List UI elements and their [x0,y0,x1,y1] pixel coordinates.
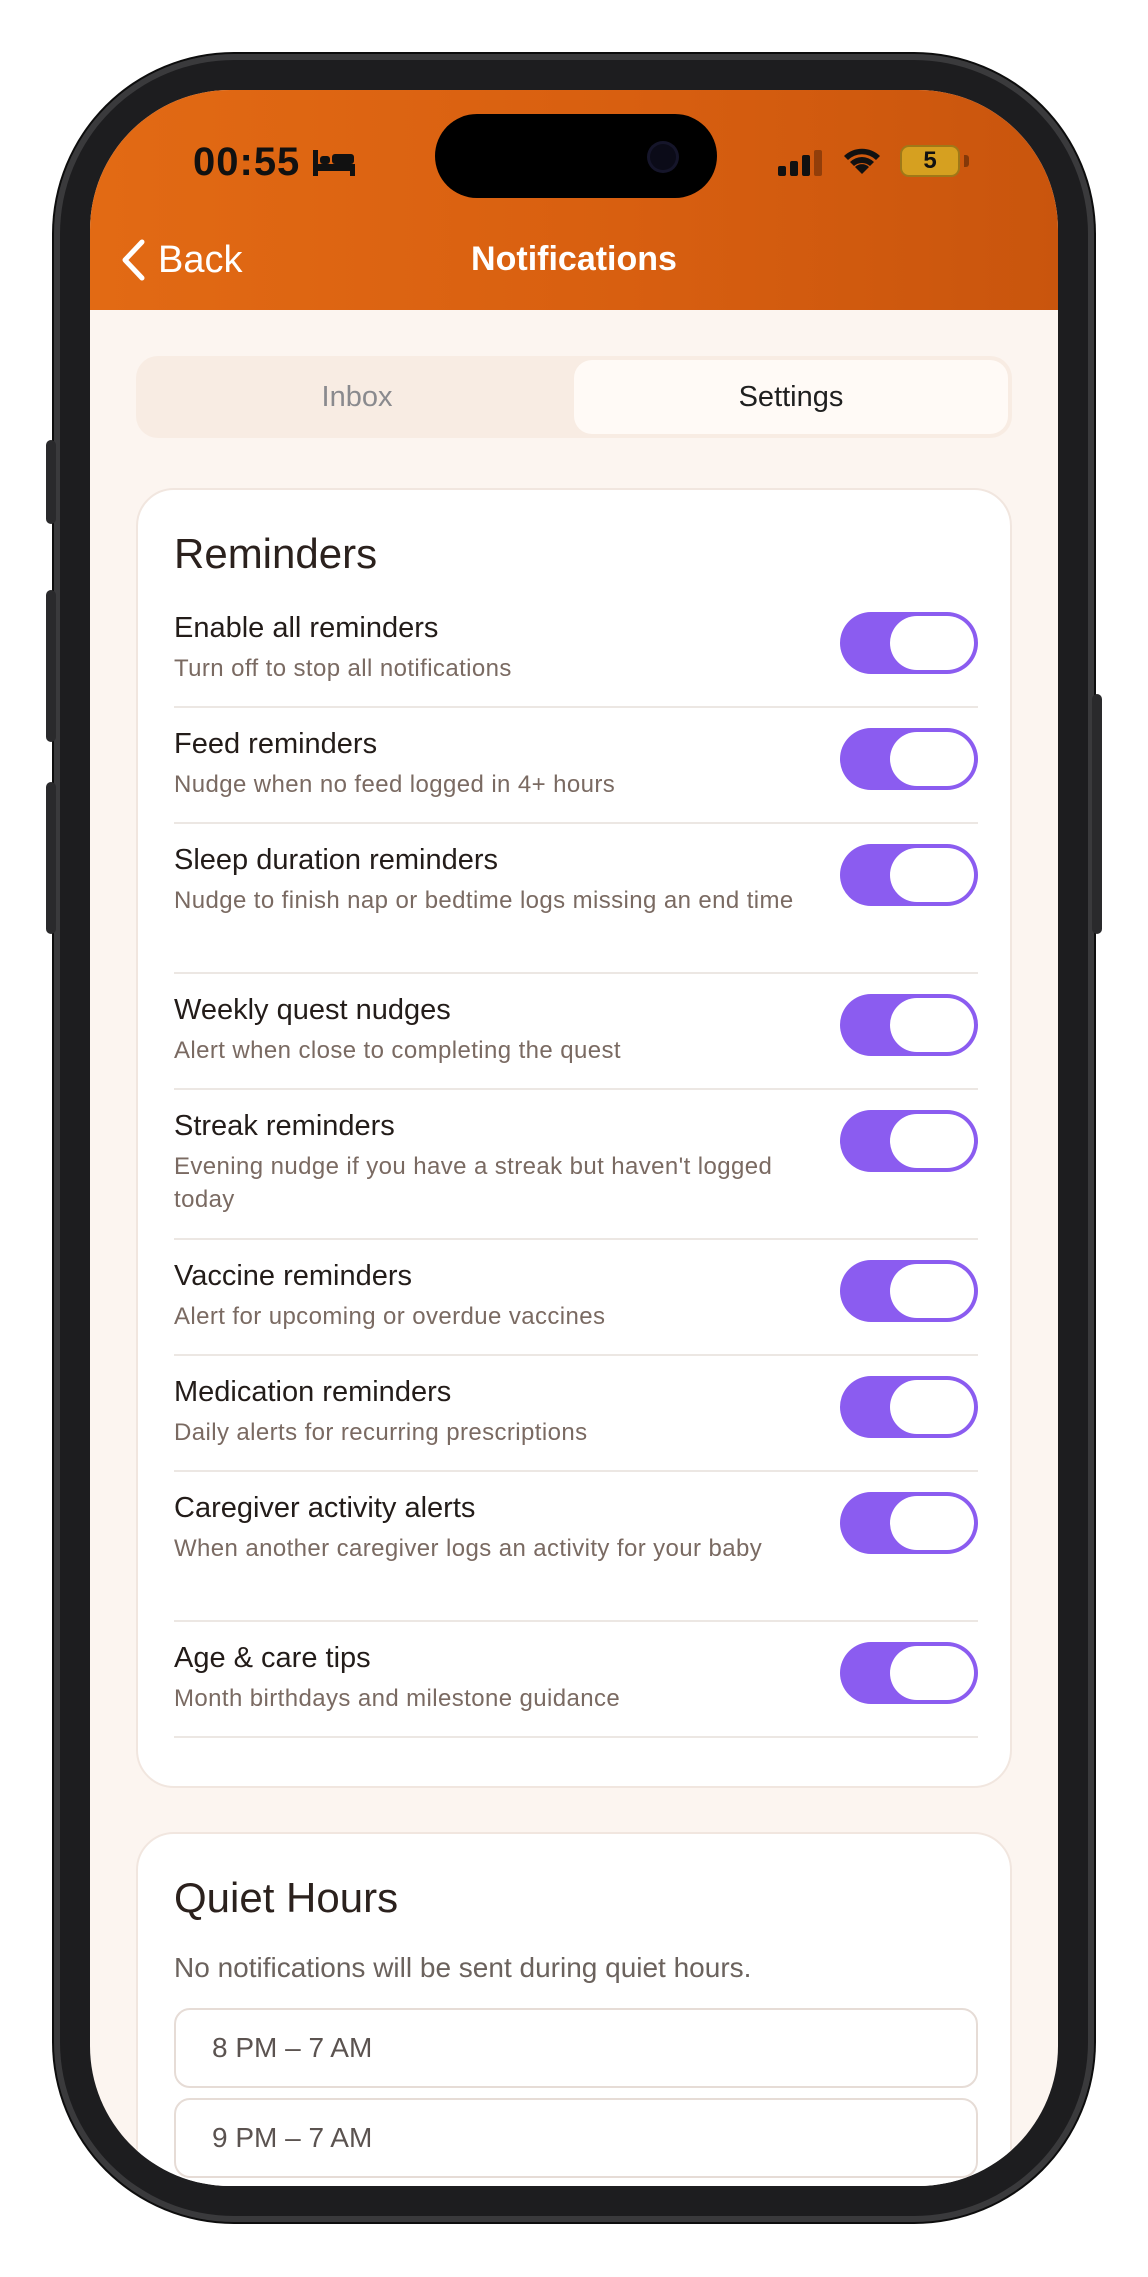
setting-title: Weekly quest nudges [174,994,451,1026]
toggle-enable-all[interactable] [840,612,978,674]
setting-row-feed: Feed reminders Nudge when no feed logged… [174,728,978,824]
toggle-knob [890,848,974,902]
toggle-knob [890,998,974,1052]
power-button [1092,694,1102,934]
toggle-knob [890,1646,974,1700]
volume-down-button [46,782,56,934]
toggle-sleep-duration[interactable] [840,844,978,906]
header: 00:55 5 Back Notifications [90,90,1058,310]
toggle-knob [890,616,974,670]
tab-settings[interactable]: Settings [574,360,1008,434]
tab-inbox[interactable]: Inbox [140,360,574,434]
toggle-caregiver-activity[interactable] [840,1492,978,1554]
setting-row-medication: Medication reminders Daily alerts for re… [174,1376,978,1472]
toggle-knob [890,1114,974,1168]
setting-subtitle: Alert for upcoming or overdue vaccines [174,1303,606,1330]
quiet-hours-option-9pm[interactable]: 9 PM – 7 AM [174,2098,978,2178]
reminders-card: Reminders Enable all reminders Turn off … [136,488,1012,1788]
toggle-vaccine[interactable] [840,1260,978,1322]
toggle-age-care-tips[interactable] [840,1642,978,1704]
setting-title: Age & care tips [174,1642,371,1674]
toggle-knob [890,1264,974,1318]
screen: 00:55 5 Back Notifications Inbox Setting… [90,90,1058,2186]
quiet-hours-subtitle: No notifications will be sent during qui… [174,1952,752,1983]
cellular-signal-icon [778,150,822,176]
setting-subtitle: Month birthdays and milestone guidance [174,1685,621,1712]
toggle-knob [890,1496,974,1550]
setting-subtitle: Nudge to finish nap or bedtime logs miss… [174,887,794,914]
setting-row-sleep-duration: Sleep duration reminders Nudge to finish… [174,844,978,974]
setting-subtitle: Evening nudge if you have a streak but h… [174,1153,773,1213]
setting-subtitle: When another caregiver logs an activity … [174,1535,763,1562]
wifi-icon [844,148,880,174]
quiet-hours-title: Quiet Hours [174,1874,399,1921]
setting-title: Caregiver activity alerts [174,1492,476,1524]
setting-row-caregiver-activity: Caregiver activity alerts When another c… [174,1492,978,1622]
setting-row-vaccine: Vaccine reminders Alert for upcoming or … [174,1260,978,1356]
setting-subtitle: Alert when close to completing the quest [174,1037,621,1064]
status-time: 00:55 [193,140,301,184]
setting-title: Enable all reminders [174,612,439,644]
setting-row-age-care-tips: Age & care tips Month birthdays and mile… [174,1642,978,1738]
setting-row-weekly-quest: Weekly quest nudges Alert when close to … [174,994,978,1090]
setting-subtitle: Nudge when no feed logged in 4+ hours [174,771,616,798]
toggle-knob [890,732,974,786]
segmented-control: Inbox Settings [136,356,1012,438]
quiet-hours-option-8pm[interactable]: 8 PM – 7 AM [174,2008,978,2088]
toggle-weekly-quest[interactable] [840,994,978,1056]
toggle-streak[interactable] [840,1110,978,1172]
toggle-medication[interactable] [840,1376,978,1438]
quiet-hours-card: Quiet Hours No notifications will be sen… [136,1832,1012,2186]
setting-title: Sleep duration reminders [174,844,499,876]
toggle-feed[interactable] [840,728,978,790]
setting-row-enable-all: Enable all reminders Turn off to stop al… [174,612,978,708]
camera-dot [650,144,676,170]
setting-title: Vaccine reminders [174,1260,413,1292]
battery-cap [964,155,969,167]
bed-icon [313,150,355,176]
silent-switch [46,440,56,524]
toggle-knob [890,1380,974,1434]
setting-subtitle: Daily alerts for recurring prescriptions [174,1419,588,1446]
setting-title: Medication reminders [174,1376,452,1408]
setting-subtitle: Turn off to stop all notifications [174,655,512,682]
setting-row-streak: Streak reminders Evening nudge if you ha… [174,1110,978,1240]
battery-icon: 5 [900,145,960,177]
page-title: Notifications [471,240,677,278]
setting-title: Streak reminders [174,1110,395,1142]
volume-up-button [46,590,56,742]
setting-title: Feed reminders [174,728,378,760]
reminders-title: Reminders [174,530,378,577]
